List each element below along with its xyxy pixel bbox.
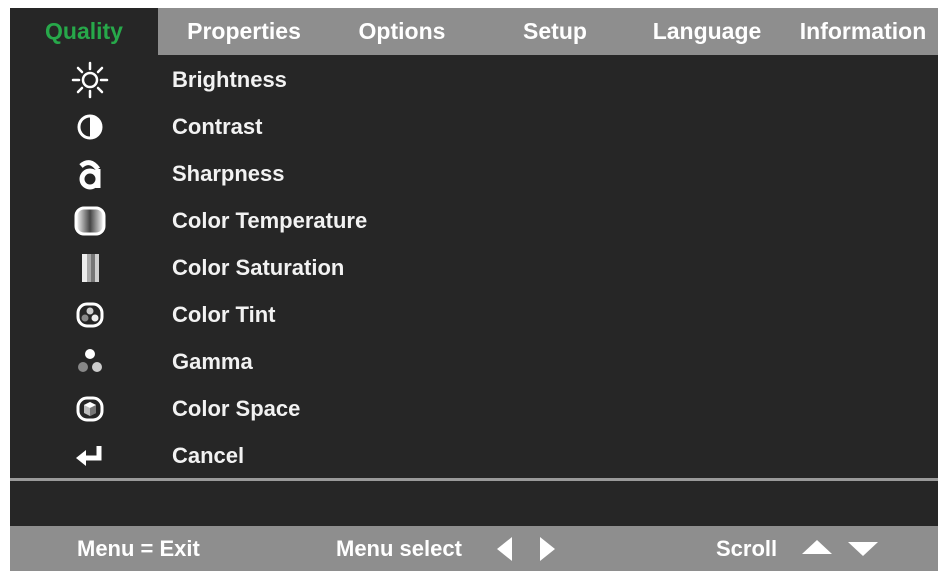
color-space-icon xyxy=(70,389,110,429)
tab-language[interactable]: Language xyxy=(642,8,772,55)
menu-item-color-tint[interactable]: Color Tint xyxy=(10,291,938,338)
rounded-square-icon xyxy=(70,201,110,241)
menu-item-color-space[interactable]: Color Space xyxy=(10,385,938,432)
tab-quality[interactable]: Quality xyxy=(10,8,158,55)
menu-item-brightness[interactable]: Brightness xyxy=(10,56,938,103)
arrow-down-icon xyxy=(848,542,878,556)
footer-help-bar: Menu = Exit Menu select Scroll xyxy=(10,526,938,571)
tab-options[interactable]: Options xyxy=(343,8,461,55)
menu-exit-hint: Menu = Exit xyxy=(77,536,200,561)
scroll-hint: Scroll xyxy=(716,536,778,561)
menu-item-label: Color Tint xyxy=(172,302,276,327)
menu-item-color-saturation[interactable]: Color Saturation xyxy=(10,244,938,291)
arrow-up-icon xyxy=(802,540,832,554)
menu-tab-bar: Quality Properties Options Setup Languag… xyxy=(10,8,938,55)
tab-information[interactable]: Information xyxy=(790,8,936,55)
divider xyxy=(10,478,938,481)
half-circle-icon xyxy=(70,107,110,147)
arrow-left-icon xyxy=(497,537,512,561)
osd-menu-panel: Quality Properties Options Setup Languag… xyxy=(10,8,938,571)
gamma-dots-icon xyxy=(70,342,110,382)
menu-item-label: Color Space xyxy=(172,396,301,421)
menu-item-label: Sharpness xyxy=(172,161,285,186)
tab-setup[interactable]: Setup xyxy=(510,8,600,55)
tint-dots-icon xyxy=(70,295,110,335)
menu-item-color-temperature[interactable]: Color Temperature xyxy=(10,197,938,244)
arrow-right-icon xyxy=(540,537,555,561)
return-arrow-icon xyxy=(70,436,110,476)
menu-item-label: Color Saturation xyxy=(172,255,345,280)
menu-item-label: Brightness xyxy=(172,67,287,92)
menu-item-label: Contrast xyxy=(172,114,263,139)
menu-item-gamma[interactable]: Gamma xyxy=(10,338,938,385)
menu-item-label: Color Temperature xyxy=(172,208,368,233)
letter-a-icon xyxy=(70,154,110,194)
gradient-bars-icon xyxy=(70,248,110,288)
tab-properties[interactable]: Properties xyxy=(170,8,318,55)
menu-item-contrast[interactable]: Contrast xyxy=(10,103,938,150)
sun-icon xyxy=(70,60,110,100)
menu-item-label: Gamma xyxy=(172,349,253,374)
menu-item-cancel[interactable]: Cancel xyxy=(10,432,938,479)
menu-item-sharpness[interactable]: Sharpness xyxy=(10,150,938,197)
menu-item-label: Cancel xyxy=(172,443,245,468)
menu-select-hint: Menu select xyxy=(336,536,462,561)
